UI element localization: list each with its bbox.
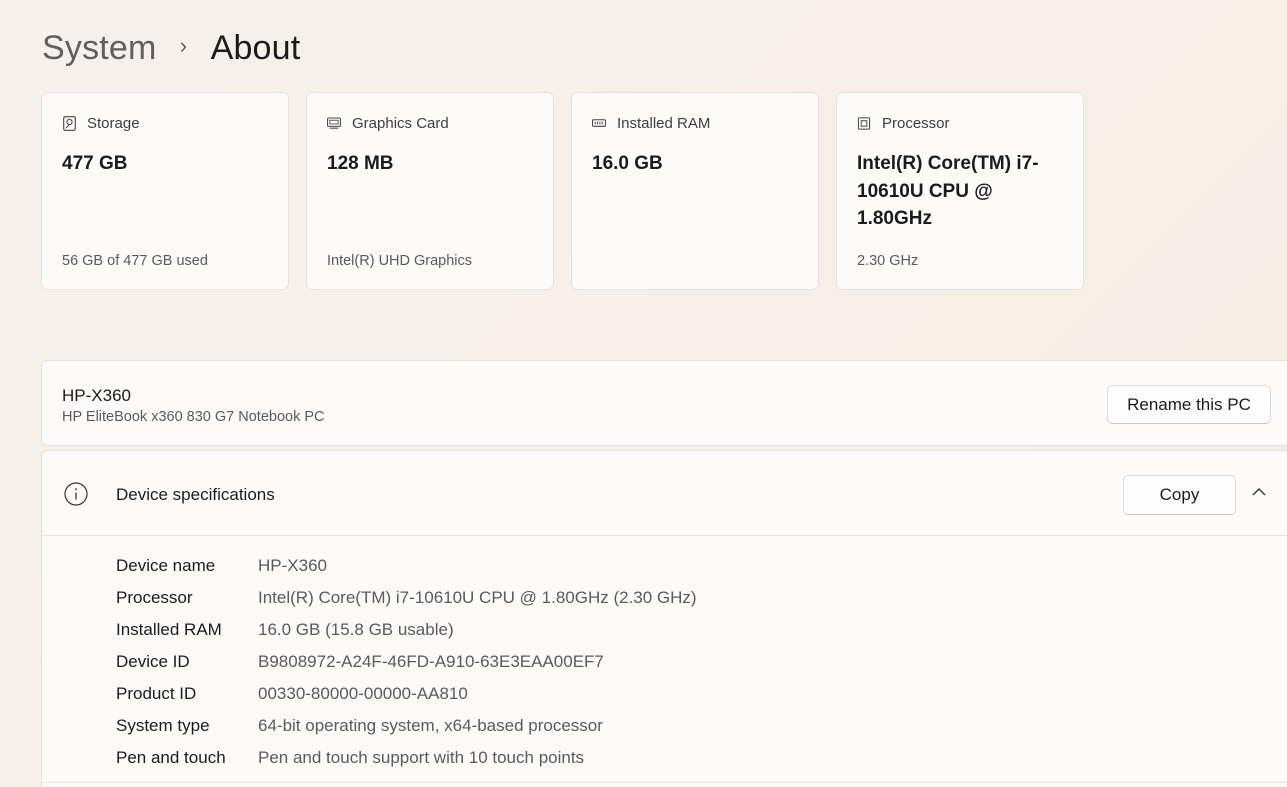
spec-row: Installed RAM 16.0 GB (15.8 GB usable) bbox=[116, 614, 697, 646]
pc-name: HP-X360 bbox=[62, 386, 131, 405]
spec-label: Pen and touch bbox=[116, 748, 226, 767]
spec-row: Processor Intel(R) Core(TM) i7-10610U CP… bbox=[116, 582, 697, 614]
ram-card: Installed RAM 16.0 GB bbox=[571, 92, 819, 290]
ram-card-header: Installed RAM bbox=[592, 115, 710, 132]
ram-card-value: 16.0 GB bbox=[592, 153, 663, 174]
device-specifications-title: Device specifications bbox=[116, 485, 275, 504]
spec-row: System type 64-bit operating system, x64… bbox=[116, 710, 697, 742]
ram-card-label: Installed RAM bbox=[617, 115, 711, 132]
storage-card: Storage 477 GB 56 GB of 477 GB used bbox=[41, 92, 289, 290]
spec-value: B9808972-A24F-46FD-A910-63E3EAA00EF7 bbox=[258, 652, 604, 671]
graphics-card-label: Graphics Card bbox=[352, 115, 449, 132]
breadcrumb: System › About bbox=[42, 26, 300, 70]
storage-card-label: Storage bbox=[87, 115, 140, 132]
device-specifications-panel: Device specifications Copy Device name H… bbox=[41, 450, 1287, 787]
ram-icon bbox=[592, 117, 606, 131]
panel-divider bbox=[42, 782, 1287, 783]
processor-icon bbox=[857, 117, 871, 131]
graphics-card-icon bbox=[327, 117, 341, 131]
processor-card-value: Intel(R) Core(TM) i7-10610U CPU @ 1.80GH… bbox=[857, 153, 1039, 229]
spec-label: Device ID bbox=[116, 652, 190, 671]
storage-card-usage: 56 GB of 477 GB used bbox=[62, 253, 208, 269]
processor-card-speed: 2.30 GHz bbox=[857, 253, 919, 269]
rename-pc-button[interactable]: Rename this PC bbox=[1107, 385, 1271, 424]
pc-name-row: HP-X360 HP EliteBook x360 830 G7 Noteboo… bbox=[41, 360, 1287, 446]
storage-card-header: Storage bbox=[62, 115, 140, 132]
info-icon bbox=[64, 482, 88, 506]
page-title: About bbox=[210, 28, 301, 67]
spec-label: Processor bbox=[116, 588, 193, 607]
spec-row: Product ID 00330-80000-00000-AA810 bbox=[116, 678, 697, 710]
storage-card-value: 477 GB bbox=[62, 153, 128, 174]
spec-label: Installed RAM bbox=[116, 620, 222, 639]
breadcrumb-system-link[interactable]: System bbox=[42, 29, 157, 68]
spec-row: Device ID B9808972-A24F-46FD-A910-63E3EA… bbox=[116, 646, 697, 678]
spec-value: HP-X360 bbox=[258, 556, 327, 575]
spec-value: Pen and touch support with 10 touch poin… bbox=[258, 748, 585, 767]
pc-model: HP EliteBook x360 830 G7 Notebook PC bbox=[62, 409, 325, 425]
graphics-card-header: Graphics Card bbox=[327, 115, 449, 132]
spec-label: Product ID bbox=[116, 684, 197, 703]
spec-value: 64-bit operating system, x64-based proce… bbox=[258, 716, 603, 735]
graphics-card-value: 128 MB bbox=[327, 153, 394, 174]
breadcrumb-separator-icon: › bbox=[179, 33, 188, 58]
graphics-card-model: Intel(R) UHD Graphics bbox=[327, 253, 473, 269]
device-specifications-list: Device name HP-X360 Processor Intel(R) C… bbox=[116, 550, 697, 774]
spec-label: Device name bbox=[116, 556, 216, 575]
processor-card: Processor Intel(R) Core(TM) i7-10610U CP… bbox=[836, 92, 1084, 290]
spec-value: 00330-80000-00000-AA810 bbox=[258, 684, 468, 703]
copy-button[interactable]: Copy bbox=[1123, 475, 1236, 515]
spec-value: 16.0 GB (15.8 GB usable) bbox=[258, 620, 454, 639]
spec-row: Pen and touch Pen and touch support with… bbox=[116, 742, 697, 774]
spec-label: System type bbox=[116, 716, 210, 735]
chevron-up-icon[interactable] bbox=[1250, 485, 1268, 499]
processor-card-label: Processor bbox=[882, 115, 950, 132]
spec-row: Device name HP-X360 bbox=[116, 550, 697, 582]
device-specifications-header[interactable]: Device specifications Copy bbox=[42, 451, 1287, 536]
storage-icon bbox=[62, 116, 76, 131]
graphics-card-card: Graphics Card 128 MB Intel(R) UHD Graphi… bbox=[306, 92, 554, 290]
spec-value: Intel(R) Core(TM) i7-10610U CPU @ 1.80GH… bbox=[258, 588, 697, 607]
processor-card-header: Processor bbox=[857, 115, 950, 132]
